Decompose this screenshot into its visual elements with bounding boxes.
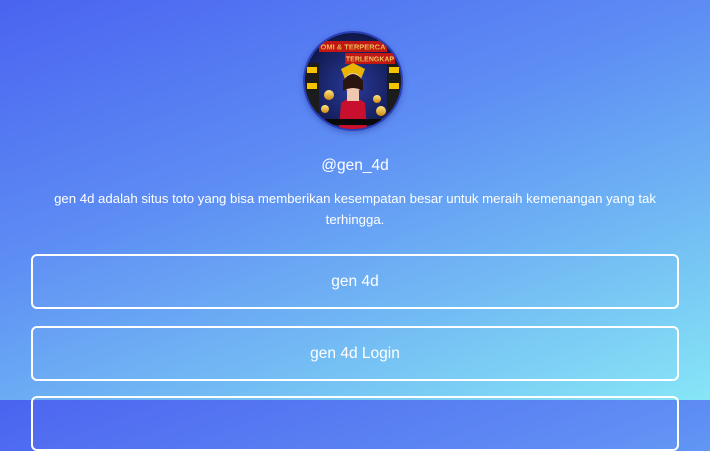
- profile-avatar: OMI & TERPERCA TERLENGKAP: [303, 31, 403, 131]
- link-button-gen-4d[interactable]: gen 4d: [31, 254, 679, 309]
- profile-username: @gen_4d: [321, 157, 389, 174]
- link-button-gen-4d-login[interactable]: gen 4d Login: [31, 326, 679, 381]
- link-button-label: gen 4d Login: [310, 344, 400, 362]
- avatar-banner-text-mid: TERLENGKAP: [346, 57, 395, 64]
- link-button-label: gen 4d: [331, 272, 379, 290]
- profile-bio: gen 4d adalah situs toto yang bisa membe…: [54, 191, 656, 227]
- avatar-banner-text-top: OMI & TERPERCA: [320, 43, 386, 52]
- avatar-image: OMI & TERPERCA TERLENGKAP: [305, 33, 401, 129]
- link-button-partial[interactable]: [31, 396, 679, 451]
